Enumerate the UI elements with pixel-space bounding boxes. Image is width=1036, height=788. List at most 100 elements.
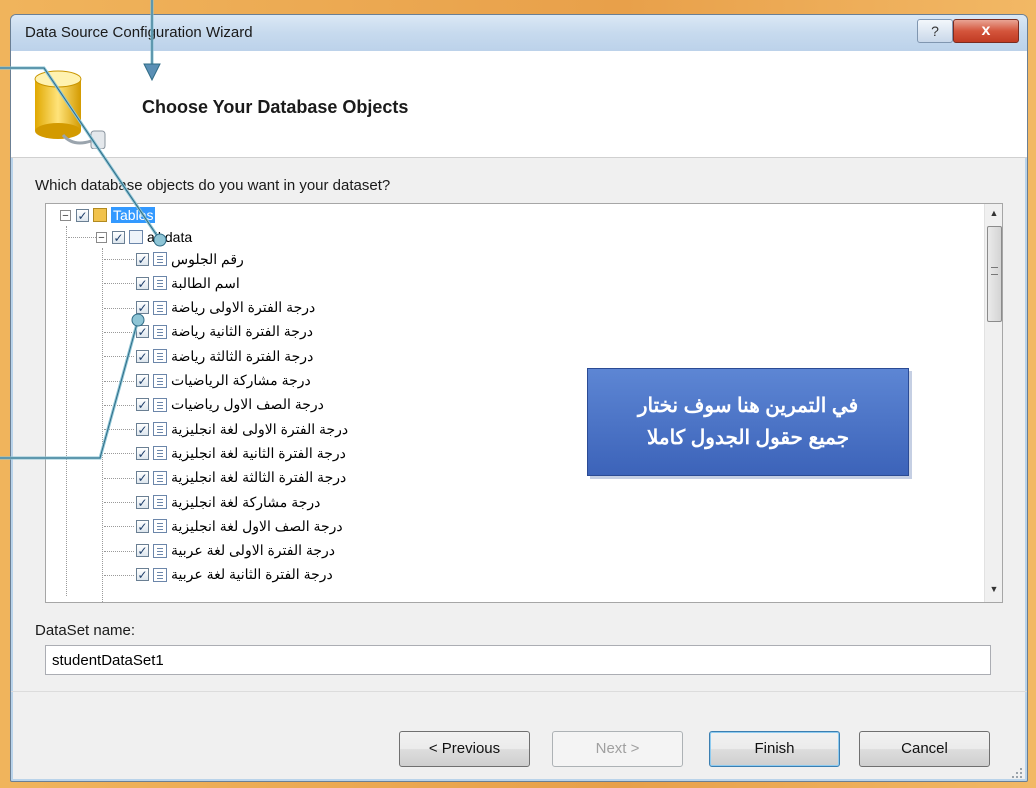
callout-line-2: جميع حقول الجدول كاملا [646,427,850,449]
tree-node-field[interactable]: ✓ درجة الفترة الثانية لغة عربية [136,564,333,586]
field-icon [153,519,167,534]
tree-node-field[interactable]: ✓ درجة الفترة الثانية لغة انجليزية [136,442,346,464]
checkbox[interactable]: ✓ [136,471,149,485]
tree-node-field[interactable]: ✓ درجة مشاركة الرياضيات [136,370,311,392]
tree-node-table[interactable]: − ✓ all data [96,226,192,248]
tree-node-field[interactable]: ✓ درجة الفترة الثانية رياضة [136,321,313,343]
tree-connector [104,550,134,552]
field-icon [153,446,167,461]
dataset-name-label: DataSet name: [35,622,136,639]
tree-guide-line [102,248,103,602]
checkbox[interactable]: ✓ [112,230,125,244]
field-icon [153,324,167,339]
next-button[interactable]: Next > [552,731,683,767]
tree-connector [68,237,96,238]
tree-node-label: all data [147,229,193,245]
wizard-window: Data Source Configuration Wizard ? x Cho… [10,14,1028,782]
field-label: درجة الصف الاول لغة انجليزية [171,517,343,534]
tree-node-tables[interactable]: − ✓ Tables [60,204,156,226]
checkbox[interactable]: ✓ [136,495,149,509]
field-label: درجة مشاركة الرياضيات [171,372,311,388]
field-label: درجة الفترة الثانية لغة انجليزية [171,444,346,461]
close-button[interactable]: x [953,19,1019,43]
tree-connector [104,307,134,309]
tree-connector [104,453,134,455]
tree-connector [104,380,134,382]
checkbox[interactable]: ✓ [136,301,149,315]
field-icon [153,300,167,315]
collapse-icon[interactable]: − [96,231,107,243]
field-icon [153,470,167,485]
tree-connector [104,259,134,260]
checkbox[interactable]: ✓ [136,252,149,266]
field-icon [153,276,167,291]
tree-connector [104,574,134,576]
checkbox[interactable]: ✓ [136,519,149,533]
tree-node-field[interactable]: ✓ درجة الفترة الثالثة لغة انجليزية [136,467,346,489]
scrollbar-thumb[interactable] [987,226,1002,322]
field-icon [153,495,167,509]
tree-node-field[interactable]: ✓ درجة الصف الاول رياضيات [136,394,324,416]
tree-node-field[interactable]: ✓ درجة الصف الاول لغة انجليزية [136,515,343,537]
field-label: درجة الفترة الاولى رياضة [171,299,316,316]
database-objects-tree[interactable]: − ✓ Tables − ✓ all data ✓ رقم الجلوس ✓ اسم … [45,203,1003,603]
field-label: درجة مشاركة لغة انجليزية [171,493,321,510]
tree-connector [104,283,134,285]
field-icon [153,543,167,558]
tree-node-field[interactable]: ✓ درجة مشاركة لغة انجليزية [136,491,320,513]
finish-button[interactable]: Finish [709,731,840,767]
checkbox[interactable]: ✓ [136,446,149,460]
checkbox[interactable]: ✓ [136,398,149,412]
tree-guide-line [66,226,67,596]
field-label: درجة الفترة الثالثة لغة انجليزية [171,469,347,486]
tables-folder-icon [93,208,107,222]
scroll-down-arrow-icon[interactable]: ▼ [989,584,999,598]
checkbox[interactable]: ✓ [136,325,149,339]
page-title: Choose Your Database Objects [142,97,409,117]
collapse-icon[interactable]: − [60,209,71,221]
divider [11,691,1027,692]
tree-connector [104,526,134,528]
field-label: درجة الصف الاول رياضيات [171,396,324,413]
field-icon [153,422,167,437]
tree-node-field[interactable]: ✓ رقم الجلوس [136,248,244,270]
tree-node-field[interactable]: ✓ اسم الطالبة [136,272,240,294]
checkbox[interactable]: ✓ [136,568,149,582]
field-label: اسم الطالبة [171,274,240,291]
callout-line-1: في التمرين هنا سوف نختار [637,395,859,417]
field-icon [153,252,167,266]
checkbox[interactable]: ✓ [76,208,89,222]
field-icon [153,349,167,364]
resize-grip-icon[interactable] [1011,767,1023,779]
tree-node-field[interactable]: ✓ درجة الفترة الاولى رياضة [136,297,315,319]
tree-node-field[interactable]: ✓ درجة الفترة الاولى لغة انجليزية [136,418,348,440]
field-label: درجة الفترة الثانية لغة عربية [171,566,333,583]
checkbox[interactable]: ✓ [136,374,149,387]
tree-connector [104,404,134,406]
tree-node-field[interactable]: ✓ درجة الفترة الثالثة رياضة [136,345,313,367]
title-bar[interactable]: Data Source Configuration Wizard ? x [11,15,1027,51]
vertical-scrollbar[interactable]: ▲ ▼ [984,204,1002,602]
grip-icon [991,267,998,275]
checkbox[interactable]: ✓ [136,544,149,558]
field-icon [153,567,167,582]
instruction-callout: في التمرين هنا سوف نختار جميع حقول الجدو… [587,368,909,476]
database-icon [34,70,106,149]
tree-node-field[interactable]: ✓ درجة الفترة الاولى لغة عربية [136,540,335,562]
scroll-up-arrow-icon[interactable]: ▲ [989,208,999,222]
tree-connector [104,502,134,503]
tree-connector [104,331,134,333]
cancel-button[interactable]: Cancel [859,731,990,767]
wizard-header: Choose Your Database Objects [11,51,1027,158]
field-icon [153,373,167,388]
checkbox[interactable]: ✓ [136,349,149,363]
checkbox[interactable]: ✓ [136,276,149,290]
checkbox[interactable]: ✓ [136,422,149,436]
dataset-name-input[interactable] [45,645,991,675]
field-label: درجة الفترة الاولى لغة عربية [171,542,336,559]
help-button[interactable]: ? [917,19,953,43]
field-label: درجة الفترة الاولى لغة انجليزية [171,420,349,437]
previous-button[interactable]: < Previous [399,731,530,767]
tree-node-label: Tables [111,207,156,223]
window-title: Data Source Configuration Wizard [25,24,253,41]
